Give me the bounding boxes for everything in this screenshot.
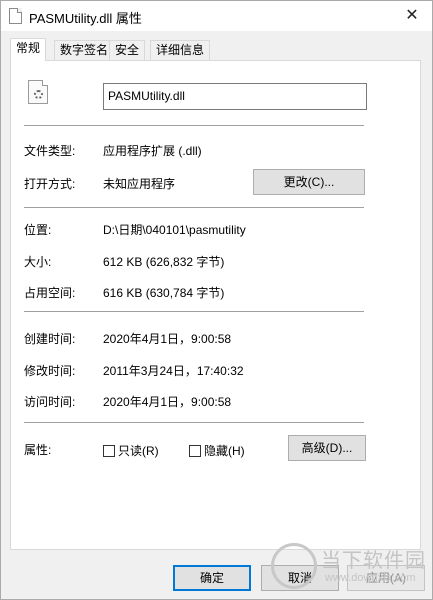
hidden-checkbox[interactable]: 隐藏(H) [189, 442, 245, 459]
divider [24, 125, 364, 126]
general-panel: PASMUtility.dll 文件类型: 应用程序扩展 (.dll) 打开方式… [10, 60, 421, 550]
divider [24, 422, 364, 423]
size-value: 612 KB (626,832 字节) [103, 255, 225, 269]
tab-digital-signatures[interactable]: 数字签名 [54, 40, 115, 60]
apply-button[interactable]: 应用(A) [347, 565, 425, 591]
gear-icon [34, 90, 43, 99]
tab-security[interactable]: 安全 [109, 40, 146, 60]
advanced-button[interactable]: 高级(D)... [288, 435, 366, 461]
open-with-label: 打开方式: [24, 177, 76, 191]
readonly-checkbox[interactable]: 只读(R) [103, 442, 159, 459]
file-icon [9, 8, 22, 24]
checkbox-box[interactable] [189, 444, 201, 457]
close-button[interactable]: ✕ [398, 4, 426, 28]
dll-file-icon [28, 80, 48, 104]
title-bar[interactable]: PASMUtility.dll 属性 ✕ [1, 1, 432, 31]
checkbox-box[interactable] [103, 444, 115, 457]
accessed-value: 2020年4月1日，9:00:58 [103, 395, 232, 409]
divider [24, 207, 364, 208]
size-label: 大小: [24, 255, 52, 269]
attributes-label: 属性: [24, 443, 52, 457]
tab-bar: 常规 数字签名 安全 详细信息 [10, 38, 420, 61]
file-type-label: 文件类型: [24, 144, 76, 158]
file-name-input[interactable]: PASMUtility.dll [103, 83, 367, 110]
modified-value: 2011年3月24日，17:40:32 [103, 364, 244, 378]
hidden-label: 隐藏(H) [204, 444, 245, 458]
tab-details[interactable]: 详细信息 [150, 40, 211, 60]
modified-label: 修改时间: [24, 364, 76, 378]
created-value: 2020年4月1日，9:00:58 [103, 332, 232, 346]
window-title: PASMUtility.dll 属性 [29, 11, 142, 26]
cancel-button[interactable]: 取消 [261, 565, 339, 591]
open-with-value: 未知应用程序 [103, 177, 176, 191]
location-label: 位置: [24, 223, 52, 237]
accessed-label: 访问时间: [24, 395, 76, 409]
divider [24, 311, 364, 312]
tab-general[interactable]: 常规 [10, 38, 47, 61]
created-label: 创建时间: [24, 332, 76, 346]
location-value: D:\日期\040101\pasmutility [103, 223, 246, 237]
properties-window: PASMUtility.dll 属性 ✕ 常规 数字签名 安全 详细信息 PAS… [0, 0, 433, 600]
file-type-value: 应用程序扩展 (.dll) [103, 144, 202, 158]
readonly-label: 只读(R) [118, 444, 159, 458]
change-button[interactable]: 更改(C)... [253, 169, 365, 195]
disk-size-value: 616 KB (630,784 字节) [103, 286, 225, 300]
ok-button[interactable]: 确定 [173, 565, 251, 591]
disk-size-label: 占用空间: [24, 286, 76, 300]
